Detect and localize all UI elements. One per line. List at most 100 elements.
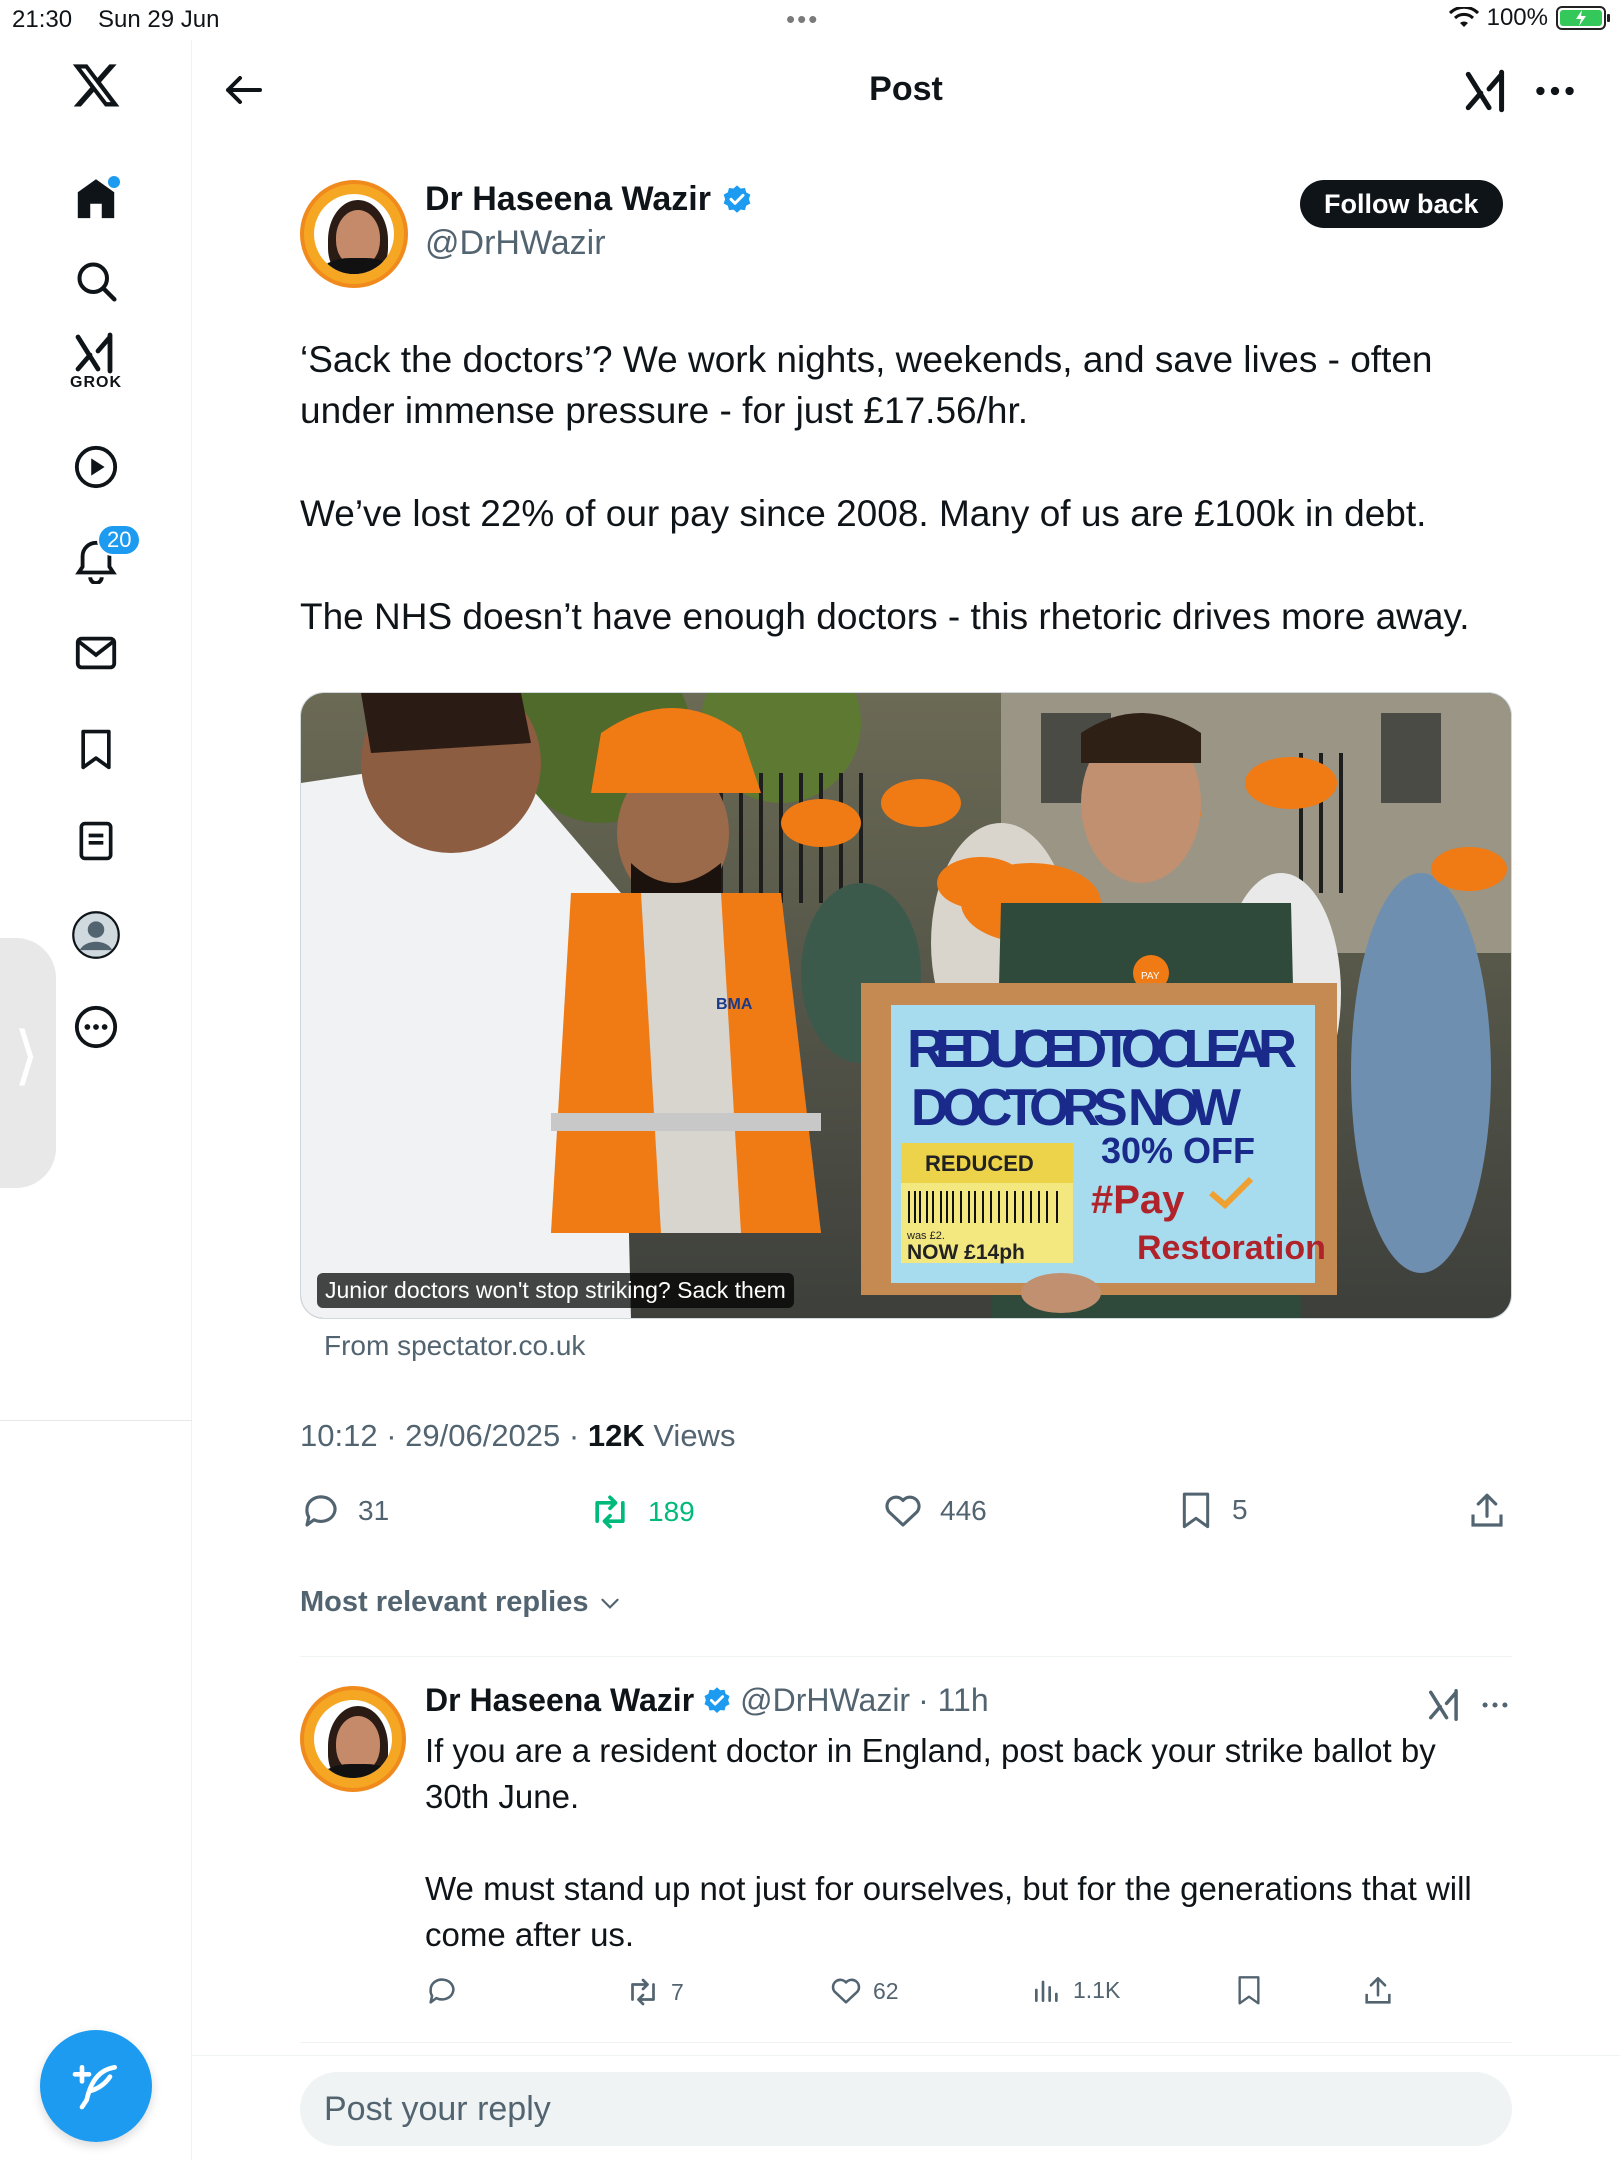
verified-badge-icon — [723, 184, 751, 213]
compose-icon — [72, 2065, 117, 2110]
lists-icon[interactable] — [51, 796, 141, 886]
reply-avatar[interactable] — [300, 1686, 406, 1792]
more-horizontal-icon — [1482, 1702, 1508, 1708]
status-bar: 21:30 Sun 29 Jun ••• 100% — [0, 0, 1620, 40]
link-card-title: Junior doctors won't stop striking? Sack… — [317, 1273, 794, 1308]
notification-count-badge: 20 — [97, 524, 142, 556]
grok-icon — [1429, 1689, 1458, 1721]
post-paragraph: We’ve lost 22% of our pay since 2008. Ma… — [300, 493, 1427, 534]
more-horizontal-icon — [1536, 86, 1574, 96]
reply-like-count: 62 — [873, 1977, 899, 2004]
side-panel-handle[interactable]: ⟩ — [0, 938, 56, 1188]
grok-icon[interactable]: GROK — [51, 308, 141, 398]
repost-icon — [631, 1978, 655, 2006]
bookmarks-icon[interactable] — [51, 704, 141, 794]
share-icon — [1365, 1976, 1391, 2004]
author-name[interactable]: Dr Haseena Wazir — [425, 180, 753, 219]
views-label: Views — [644, 1418, 736, 1453]
reply-repost-button[interactable]: 7 — [625, 1974, 684, 2010]
video-icon[interactable] — [51, 422, 141, 512]
repost-count: 189 — [648, 1496, 695, 1527]
reply-count: 31 — [358, 1495, 390, 1526]
reply-input[interactable]: Post your reply — [300, 2072, 1512, 2146]
link-card-source[interactable]: From spectator.co.uk — [324, 1330, 585, 1362]
like-count: 446 — [940, 1495, 987, 1526]
author-avatar[interactable] — [300, 180, 408, 288]
compose-button[interactable] — [40, 2030, 152, 2142]
bookmark-count: 5 — [1232, 1494, 1248, 1525]
reply-paragraph: If you are a resident doctor in England,… — [425, 1732, 1436, 1815]
heart-icon — [885, 1495, 921, 1527]
like-button[interactable]: 446 — [882, 1490, 987, 1532]
x-logo-icon[interactable] — [51, 40, 141, 130]
reply-icon — [429, 1978, 455, 2004]
link-card-image[interactable]: BMA PAY REDUCED TO CLEAR DOCTORS NOW RED… — [300, 692, 1512, 1319]
author-name-text: Dr Haseena Wazir — [425, 180, 711, 218]
reply-grok-button[interactable] — [1426, 1686, 1464, 1729]
status-right: 100% — [1448, 4, 1610, 32]
post-time[interactable]: 10:12 · 29/06/2025 · — [300, 1418, 588, 1453]
reply-reply-button[interactable] — [425, 1974, 459, 2008]
grok-icon — [1465, 69, 1505, 113]
post-more-button[interactable] — [1530, 66, 1580, 121]
repost-button[interactable]: 189 — [588, 1490, 695, 1534]
post-actions: 31 189 446 5 — [300, 1490, 1510, 1540]
reply-button[interactable]: 31 — [300, 1490, 389, 1532]
reply-like-button[interactable]: 62 — [829, 1974, 899, 2008]
notifications-icon[interactable]: 20 — [51, 516, 142, 606]
verified-badge-icon — [704, 1686, 730, 1713]
reply-header: Dr Haseena Wazir @DrHWazir · 11h — [425, 1682, 989, 1719]
follow-back-button[interactable]: Follow back — [1300, 180, 1503, 228]
reply-author-handle[interactable]: @DrHWazir — [740, 1682, 910, 1719]
reply-repost-count: 7 — [671, 1978, 684, 2005]
post-text: ‘Sack the doctors’? We work nights, week… — [300, 334, 1520, 694]
messages-icon[interactable] — [51, 608, 141, 698]
composer-divider — [192, 2055, 1620, 2056]
sign-now: NOW £14ph — [907, 1241, 1025, 1264]
replies-sort-label: Most relevant replies — [300, 1586, 589, 1618]
replies-sort-dropdown[interactable]: Most relevant replies — [300, 1586, 623, 1619]
post-paragraph: The NHS doesn’t have enough doctors - th… — [300, 596, 1470, 637]
grok-label: GROK — [70, 374, 122, 391]
page-title: Post — [869, 70, 943, 108]
reply-text: If you are a resident doctor in England,… — [425, 1728, 1505, 2004]
reply-age[interactable]: · 11h — [918, 1682, 989, 1719]
reply-views-button[interactable]: 1.1K — [1031, 1974, 1120, 2006]
status-time: 21:30 — [12, 6, 73, 33]
reply-author-name[interactable]: Dr Haseena Wazir — [425, 1682, 694, 1719]
sign-hashtag2: Restoration — [1137, 1229, 1326, 1267]
pay-badge-text: PAY — [1141, 971, 1160, 982]
reply-icon — [305, 1495, 337, 1527]
reply-paragraph: We must stand up not just for ourselves,… — [425, 1870, 1472, 1953]
sign-line2: DOCTORS NOW — [911, 1079, 1242, 1137]
reply-more-button[interactable] — [1478, 1688, 1512, 1727]
bookmark-button[interactable]: 5 — [1176, 1490, 1248, 1530]
profile-icon[interactable] — [51, 890, 141, 980]
more-icon[interactable] — [51, 982, 141, 1072]
protest-photo: BMA PAY REDUCED TO CLEAR DOCTORS NOW RED… — [301, 693, 1511, 1318]
reply-views-count: 1.1K — [1073, 1976, 1121, 2003]
share-icon — [1471, 1493, 1503, 1527]
bookmark-icon — [1238, 1976, 1260, 2005]
home-icon[interactable] — [51, 154, 141, 244]
sign-off: 30% OFF — [1101, 1130, 1255, 1171]
reply-share-button[interactable] — [1361, 1974, 1395, 2008]
divider — [300, 2042, 1512, 2043]
share-button[interactable] — [1466, 1490, 1508, 1532]
views-count: 12K — [587, 1418, 645, 1453]
vest-text: BMA — [716, 996, 753, 1013]
multitasking-dots-icon[interactable]: ••• — [786, 4, 819, 35]
status-date: Sun 29 Jun — [98, 6, 220, 33]
chevron-down-icon — [600, 1598, 619, 1609]
sign-hashtag1: #Pay — [1091, 1178, 1185, 1222]
heart-icon — [831, 1978, 861, 2004]
author-handle[interactable]: @DrHWazir — [425, 224, 606, 263]
analytics-icon — [1035, 1980, 1058, 2002]
divider — [300, 1656, 1512, 1657]
sign-tag: REDUCED — [925, 1151, 1034, 1176]
post-timestamp: 10:12 · 29/06/2025 · 12K Views — [300, 1418, 735, 1454]
reply-bookmark-button[interactable] — [1233, 1974, 1265, 2006]
sign-line1: REDUCED TO CLEAR — [907, 1019, 1297, 1079]
repost-icon — [595, 1495, 625, 1529]
grok-explain-button[interactable] — [1462, 66, 1512, 121]
